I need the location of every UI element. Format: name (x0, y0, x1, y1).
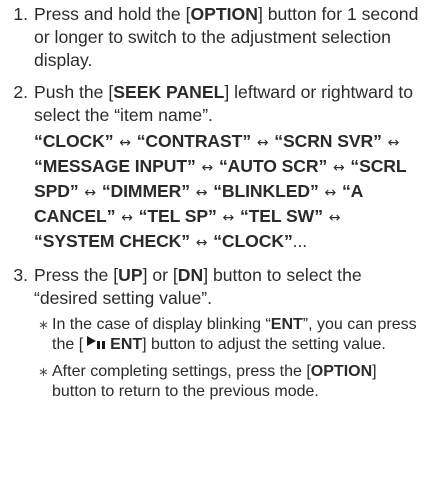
step-text: Press and hold the [OPTION] button for 1… (34, 3, 425, 72)
step-text-part: ] or [ (142, 265, 178, 285)
cycle-item: “SCRN SVR” (274, 131, 382, 151)
left-right-arrow-icon: ↔ (201, 160, 214, 176)
left-right-arrow-icon: ↔ (195, 185, 208, 201)
note-1: ∗ In the case of display blinking “ENT”,… (38, 315, 425, 354)
ent-button-reference: ENT (83, 335, 142, 355)
instruction-document: 1. Press and hold the [OPTION] button fo… (0, 0, 433, 494)
ellipsis: ... (292, 231, 308, 251)
left-right-arrow-icon: ↔ (328, 210, 341, 226)
button-reference-dn: DN (177, 265, 204, 285)
cycle-item: “TEL SP” (138, 206, 217, 226)
left-right-arrow-icon: ↔ (121, 210, 133, 226)
note-text-part: In the case of display blinking “ (52, 316, 271, 333)
button-reference-option: OPTION (310, 363, 373, 380)
step-text: Push the [SEEK PANEL] leftward or rightw… (34, 81, 425, 127)
left-right-arrow-icon: ↔ (119, 135, 131, 151)
note-text: After completing settings, press the [OP… (52, 362, 425, 401)
cycle-item: “SYSTEM CHECK” (34, 231, 190, 251)
cycle-item: “CONTRAST” (136, 131, 252, 151)
asterisk-icon: ∗ (38, 364, 49, 379)
item-cycle-sequence: “CLOCK” ↔ “CONTRAST” ↔ “SCRN SVR” ↔ “MES… (34, 130, 425, 255)
button-reference-up: UP (118, 265, 143, 285)
note-2: ∗ After completing settings, press the [… (38, 362, 425, 401)
step-3: 3. Press the [UP] or [DN] button to sele… (0, 264, 425, 401)
step-text-part: Press the [ (34, 265, 119, 285)
step-2: 2. Push the [SEEK PANEL] leftward or rig… (0, 81, 425, 255)
button-reference-option: OPTION (190, 4, 258, 24)
step-content: Press the [UP] or [DN] button to select … (34, 264, 425, 401)
step-text-part: Push the [ (34, 82, 114, 102)
cycle-item: “MESSAGE INPUT” (34, 156, 196, 176)
left-right-arrow-icon: ↔ (195, 235, 208, 251)
step-content: Push the [SEEK PANEL] leftward or rightw… (34, 81, 425, 255)
note-text-part: ] button to adjust the setting value. (142, 335, 386, 353)
left-right-arrow-icon: ↔ (256, 135, 269, 151)
left-right-arrow-icon: ↔ (324, 185, 337, 201)
cycle-item: “CLOCK” (34, 131, 114, 151)
cycle-item: “TEL SW” (239, 206, 323, 226)
note-text: In the case of display blinking “ENT”, y… (52, 315, 425, 354)
cycle-item: “AUTO SCR” (218, 156, 328, 176)
left-right-arrow-icon: ↔ (84, 185, 97, 201)
notes-list: ∗ In the case of display blinking “ENT”,… (34, 315, 425, 401)
step-number: 1. (13, 4, 28, 24)
cycle-item: “BLINKLED” (213, 181, 319, 201)
step-number: 2. (13, 82, 28, 102)
cycle-item: “DIMMER” (101, 181, 190, 201)
asterisk-icon: ∗ (38, 317, 49, 332)
left-right-arrow-icon: ↔ (222, 210, 235, 226)
step-text: Press the [UP] or [DN] button to select … (34, 264, 425, 310)
cycle-item: “CLOCK” (213, 231, 293, 251)
left-right-arrow-icon: ↔ (332, 160, 345, 176)
ent-label: ENT (110, 335, 143, 353)
left-right-arrow-icon: ↔ (387, 135, 400, 151)
play-pause-icon (86, 335, 106, 355)
display-reference-ent: ENT (270, 316, 303, 333)
button-reference-seek-panel: SEEK PANEL (113, 82, 225, 102)
note-text-part: After completing settings, press the [ (52, 363, 311, 380)
step-1: 1. Press and hold the [OPTION] button fo… (0, 3, 425, 72)
step-text-part: Press and hold the [ (34, 4, 191, 24)
step-number: 3. (13, 265, 28, 285)
